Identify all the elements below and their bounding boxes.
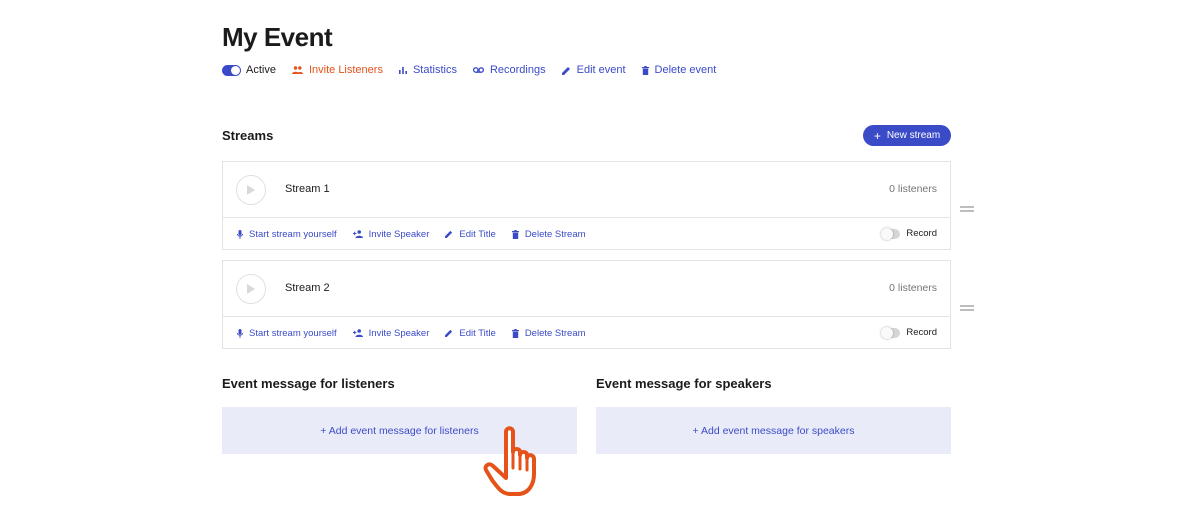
start-stream-link[interactable]: Start stream yourself: [237, 328, 337, 339]
drag-handle-icon[interactable]: [960, 206, 974, 212]
edit-title-label: Edit Title: [459, 228, 496, 240]
stream-name: Stream 2: [285, 282, 330, 294]
stream-actions: Start stream yourself Invite Speaker Edi…: [223, 317, 950, 349]
edit-event-link[interactable]: Edit event: [561, 64, 626, 76]
toggle-off-icon[interactable]: [881, 227, 901, 240]
listeners-count: 0 listeners: [889, 282, 937, 294]
record-label: Record: [906, 327, 937, 338]
record-toggle[interactable]: Record: [881, 227, 937, 240]
invite-speaker-label: Invite Speaker: [368, 327, 430, 339]
microphone-icon: [237, 229, 243, 239]
record-toggle[interactable]: Record: [881, 326, 937, 339]
recordings-link[interactable]: Recordings: [472, 64, 546, 76]
record-label: Record: [906, 228, 937, 239]
start-stream-label: Start stream yourself: [249, 228, 337, 240]
pencil-icon: [445, 230, 453, 238]
add-person-icon: [352, 329, 363, 337]
stream-header: Stream 1 0 listeners: [223, 162, 950, 218]
invite-speaker-link[interactable]: Invite Speaker: [352, 228, 430, 240]
delete-stream-link[interactable]: Delete Stream: [511, 327, 586, 339]
voicemail-icon: [472, 67, 484, 73]
stream-card: Stream 1 0 listeners Start stream yourse…: [222, 161, 951, 250]
statistics-link[interactable]: Statistics: [398, 64, 457, 76]
bar-chart-icon: [398, 67, 407, 74]
edit-title-link[interactable]: Edit Title: [445, 228, 496, 240]
new-stream-button[interactable]: + New stream: [863, 125, 951, 146]
listeners-count: 0 listeners: [889, 183, 937, 195]
new-stream-label: New stream: [886, 130, 941, 141]
page-title: My Event: [222, 22, 333, 52]
start-stream-label: Start stream yourself: [249, 327, 337, 339]
listeners-message-heading: Event message for listeners: [222, 376, 395, 391]
invite-speaker-label: Invite Speaker: [368, 228, 430, 240]
trash-icon: [641, 65, 649, 75]
invite-speaker-link[interactable]: Invite Speaker: [352, 327, 430, 339]
stream-actions: Start stream yourself Invite Speaker Edi…: [223, 218, 950, 250]
pencil-icon: [561, 66, 570, 75]
pencil-icon: [445, 329, 453, 337]
stream-name: Stream 1: [285, 183, 330, 195]
stream-header: Stream 2 0 listeners: [223, 261, 950, 317]
delete-event-label: Delete event: [654, 64, 717, 76]
delete-stream-label: Delete Stream: [524, 228, 586, 240]
play-button[interactable]: [236, 274, 266, 304]
statistics-label: Statistics: [412, 64, 457, 76]
edit-title-label: Edit Title: [459, 327, 496, 339]
play-icon: [247, 284, 255, 294]
active-label: Active: [246, 64, 276, 76]
speakers-message-heading: Event message for speakers: [596, 376, 772, 391]
delete-stream-label: Delete Stream: [524, 327, 586, 339]
trash-icon: [511, 229, 519, 239]
event-actions-bar: Active Invite Listeners Statistics Recor…: [222, 62, 732, 78]
edit-event-label: Edit event: [576, 64, 626, 76]
drag-handle-icon[interactable]: [960, 305, 974, 311]
invite-listeners-label: Invite Listeners: [308, 64, 383, 76]
start-stream-link[interactable]: Start stream yourself: [237, 229, 337, 240]
people-icon: [291, 66, 303, 74]
play-button[interactable]: [236, 175, 266, 205]
add-person-icon: [352, 230, 363, 238]
active-toggle[interactable]: Active: [222, 64, 276, 76]
stream-card: Stream 2 0 listeners Start stream yourse…: [222, 260, 951, 349]
play-icon: [247, 185, 255, 195]
edit-title-link[interactable]: Edit Title: [445, 327, 496, 339]
plus-icon: +: [873, 128, 881, 143]
add-speakers-message-button[interactable]: + Add event message for speakers: [596, 407, 951, 454]
add-listeners-message-button[interactable]: + Add event message for listeners: [222, 407, 577, 454]
trash-icon: [511, 328, 519, 338]
invite-listeners-link[interactable]: Invite Listeners: [291, 64, 383, 76]
toggle-off-icon[interactable]: [881, 326, 901, 339]
microphone-icon: [237, 328, 243, 338]
recordings-label: Recordings: [489, 64, 546, 76]
delete-event-link[interactable]: Delete event: [641, 64, 717, 76]
toggle-on-icon[interactable]: [222, 64, 241, 76]
streams-heading: Streams: [222, 128, 274, 143]
delete-stream-link[interactable]: Delete Stream: [511, 228, 586, 240]
